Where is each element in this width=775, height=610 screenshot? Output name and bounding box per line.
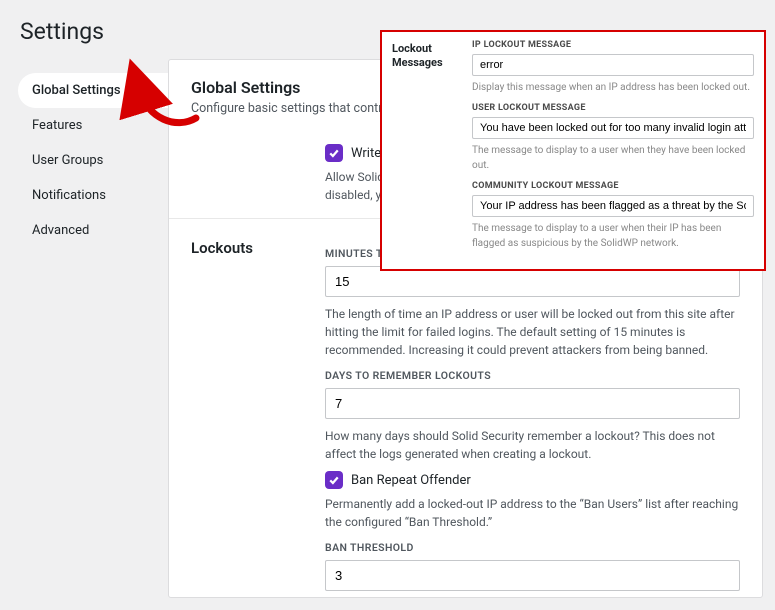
sidebar-item-advanced[interactable]: Advanced	[18, 213, 168, 248]
sidebar-item-user-groups[interactable]: User Groups	[18, 143, 168, 178]
community-lockout-message-help: The message to display to a user when th…	[472, 221, 754, 251]
sidebar-item-notifications[interactable]: Notifications	[18, 178, 168, 213]
ip-lockout-message-help: Display this message when an IP address …	[472, 80, 754, 95]
ban-repeat-checkbox[interactable]	[325, 471, 343, 489]
lockouts-heading: Lockouts	[191, 237, 301, 591]
user-lockout-message-label: USER LOCKOUT MESSAGE	[472, 103, 754, 113]
sidebar-item-global-settings[interactable]: Global Settings	[18, 73, 168, 108]
ban-repeat-help: Permanently add a locked-out IP address …	[325, 495, 740, 531]
write-to-files-checkbox[interactable]	[325, 144, 343, 162]
user-lockout-message-help: The message to display to a user when th…	[472, 143, 754, 173]
days-remember-label: DAYS TO REMEMBER LOCKOUTS	[325, 369, 740, 382]
days-remember-help: How many days should Solid Security reme…	[325, 427, 740, 463]
ban-threshold-label: BAN THRESHOLD	[325, 541, 740, 554]
sidebar-item-features[interactable]: Features	[18, 108, 168, 143]
community-lockout-message-input[interactable]	[472, 195, 754, 217]
lockout-messages-callout: Lockout Messages IP LOCKOUT MESSAGE Disp…	[380, 30, 766, 271]
days-remember-input[interactable]	[325, 388, 740, 419]
minutes-to-lockout-help: The length of time an IP address or user…	[325, 305, 740, 359]
ip-lockout-message-input[interactable]	[472, 54, 754, 76]
user-lockout-message-input[interactable]	[472, 117, 754, 139]
ban-repeat-label: Ban Repeat Offender	[351, 473, 471, 488]
ip-lockout-message-label: IP LOCKOUT MESSAGE	[472, 40, 754, 50]
lockout-messages-heading: Lockout Messages	[392, 40, 454, 259]
settings-sidebar: Global Settings Features User Groups Not…	[18, 59, 168, 598]
community-lockout-message-label: COMMUNITY LOCKOUT MESSAGE	[472, 181, 754, 191]
ban-threshold-input[interactable]	[325, 560, 740, 591]
